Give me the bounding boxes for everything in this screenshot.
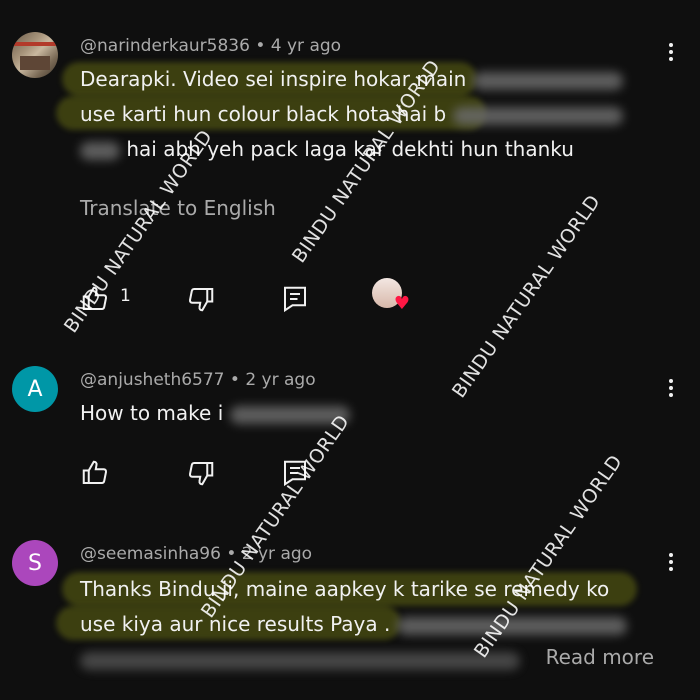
watermark: BINDU NATURAL WORLD [447,190,606,402]
comment-meta: @narinderkaur5836 • 4 yr ago [80,36,342,56]
author-name[interactable]: @narinderkaur5836 [80,36,250,56]
like-count: 1 [120,286,131,306]
read-more-link[interactable]: Read more [546,645,654,669]
heart-icon: ♥ [393,293,410,314]
avatar-letter: S [28,550,42,576]
comment-age: 4 yr ago [270,36,342,56]
comment-actions: 1 ♥ [80,278,440,314]
reply-icon[interactable] [280,284,310,314]
comment-line: use kiya aur nice results Paya . [80,612,391,636]
more-options-icon[interactable] [668,40,674,64]
avatar[interactable]: S [12,540,58,586]
thumbs-down-icon[interactable] [186,458,216,488]
comment-age: 2 yr ago [245,370,316,390]
author-name[interactable]: @seemasinha96 [80,544,221,564]
comment-body: Dearapki. Video sei inspire hokar main u… [80,62,623,167]
comment-meta: @seemasinha96 • 2 yr ago [80,544,313,564]
translate-link[interactable]: Translate to English [80,196,276,220]
author-name[interactable]: @anjusheth6577 [80,370,224,390]
comment-body: How to make i [80,396,350,431]
more-options-icon[interactable] [668,550,674,574]
avatar[interactable]: A [12,366,58,412]
thumbs-up-icon[interactable] [80,458,110,488]
comment-meta: @anjusheth6577 • 2 yr ago [80,370,316,390]
more-options-icon[interactable] [668,376,674,400]
avatar-letter: A [27,376,43,402]
avatar[interactable] [12,32,58,78]
thumbs-down-icon[interactable] [186,284,216,314]
comment-line: How to make i [80,401,224,425]
creator-heart-badge: ♥ [372,278,410,314]
